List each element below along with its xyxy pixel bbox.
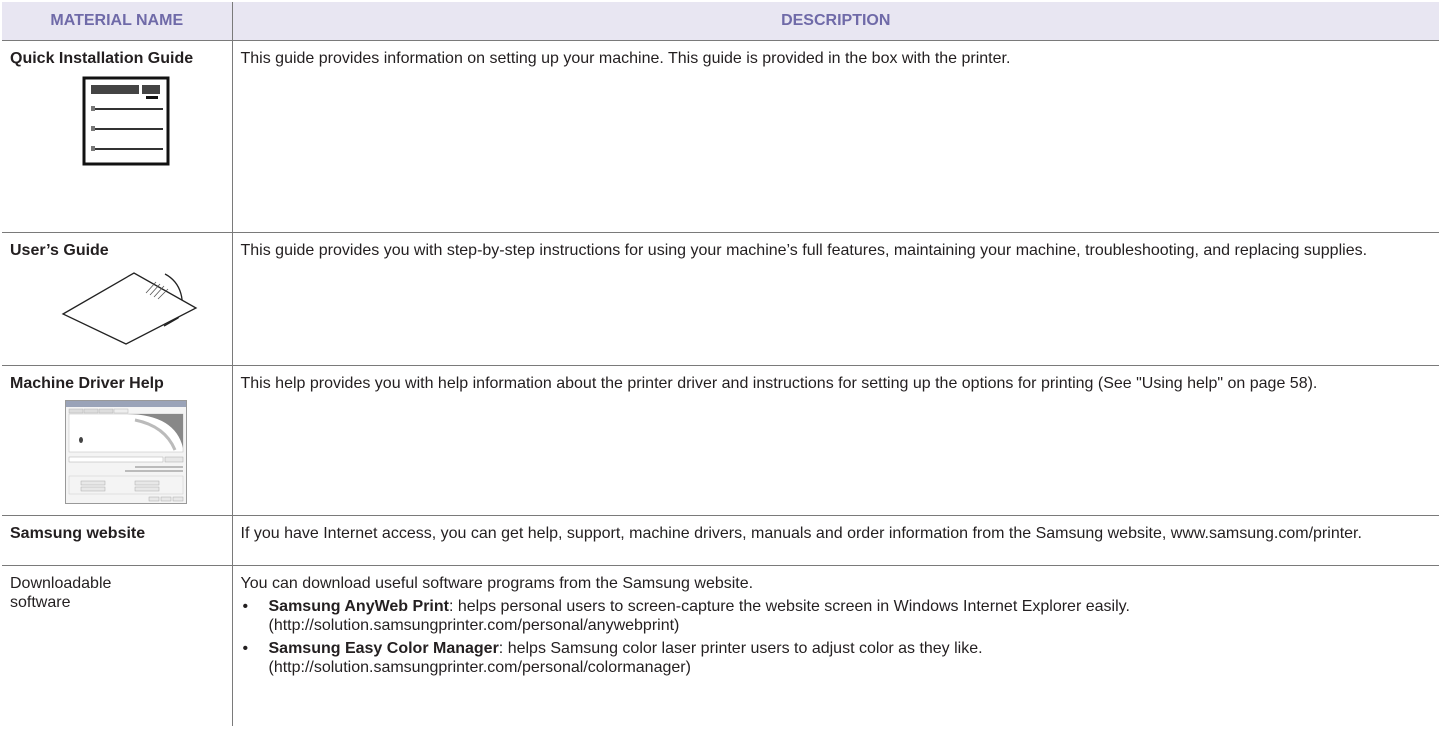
list-item: • Samsung AnyWeb Print: helps personal u… [241,597,1432,635]
description-cell: This guide provides information on setti… [231,40,1439,233]
material-name-cell: Samsung website [2,515,232,566]
driver-dialog-screenshot-icon [65,400,187,504]
software-description: : helps Samsung color laser printer user… [498,640,983,657]
material-name: Quick Installation Guide [10,50,194,67]
cd-in-sleeve-icon [61,272,198,345]
material-name-cell: Machine Driver Help [2,365,232,516]
header-material-name: MATERIAL NAME [2,2,232,41]
description-cell: You can download useful software program… [231,565,1439,726]
material-name-cell: Quick Installation Guide [2,40,232,233]
description-text: You can download useful software program… [240,575,754,592]
material-name: Downloadable software [10,575,112,611]
description-text: This guide provides information on setti… [240,50,1011,67]
bullet-icon: • [242,598,249,615]
material-name: Machine Driver Help [10,375,164,392]
bullet-icon: • [242,640,249,657]
material-name: Samsung website [10,525,146,542]
material-name: User’s Guide [10,242,109,259]
software-url: (http://solution.samsungprinter.com/pers… [268,659,691,676]
table-row: Samsung website If you have Internet acc… [2,515,1439,566]
software-list: • Samsung AnyWeb Print: helps personal u… [241,597,1432,677]
table-row: Machine Driver Help This help provides y… [2,365,1439,516]
description-text: If you have Internet access, you can get… [240,525,1362,542]
table-row: Quick Installation Guide This guide prov… [2,40,1439,233]
material-name-cell: Downloadable software [2,566,232,726]
description-text: This guide provides you with step-by-ste… [240,242,1368,259]
software-description: : helps personal users to screen-capture… [448,598,1130,615]
software-title: Samsung AnyWeb Print [268,598,449,615]
software-url: (http://solution.samsungprinter.com/pers… [268,617,680,634]
header-description: DESCRIPTION [231,2,1439,41]
list-item: • Samsung Easy Color Manager: helps Sams… [241,639,1432,677]
description-cell: If you have Internet access, you can get… [231,515,1439,566]
materials-table: MATERIAL NAME DESCRIPTION Quick Installa… [2,2,1439,726]
table-row: Downloadable software You can download u… [2,565,1439,726]
description-cell: This guide provides you with step-by-ste… [231,232,1439,366]
table-row: User’s Guide This guide provides you wit… [2,232,1439,366]
description-cell: This help provides you with help informa… [231,365,1439,516]
software-title: Samsung Easy Color Manager [268,640,499,657]
material-name-cell: User’s Guide [2,232,232,366]
table-header-row: MATERIAL NAME DESCRIPTION [2,2,1439,41]
quick-guide-booklet-icon [82,76,170,166]
description-text: This help provides you with help informa… [240,375,1318,392]
